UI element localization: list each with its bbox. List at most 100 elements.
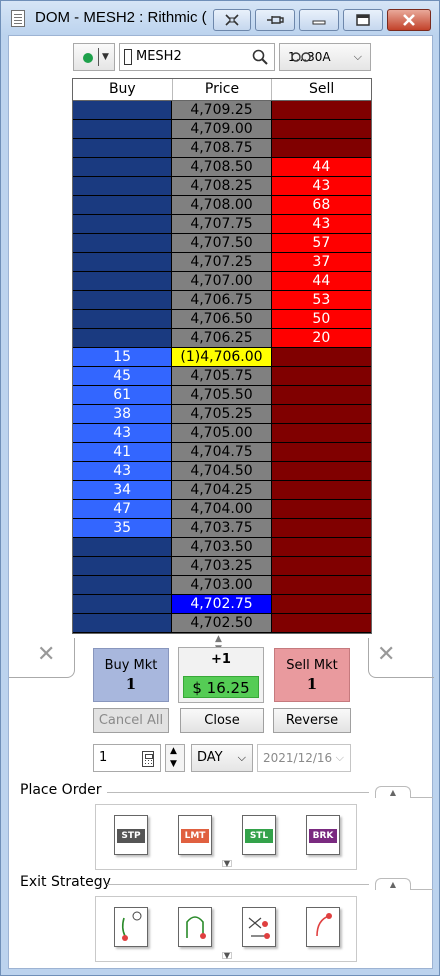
price-cell[interactable]: 4,705.00	[172, 424, 272, 443]
buy-cell[interactable]	[73, 234, 173, 253]
price-cell[interactable]: 4,707.75	[172, 215, 272, 234]
buy-cell[interactable]: 15	[73, 348, 173, 367]
price-cell[interactable]: 4,705.50	[172, 386, 272, 405]
buy-cell[interactable]	[73, 614, 173, 633]
stepper-up-icon[interactable]: ▲	[170, 746, 177, 756]
buy-cell[interactable]: 41	[73, 443, 173, 462]
splitter-handle[interactable]: ▲▼	[9, 634, 434, 654]
sell-cell[interactable]: 50	[271, 310, 371, 329]
buy-cell[interactable]	[73, 158, 173, 177]
stop-order-icon[interactable]: STP	[114, 815, 148, 855]
time-in-force-dropdown[interactable]: DAY ⌵	[191, 744, 253, 772]
price-cell[interactable]: 4,703.75	[172, 519, 272, 538]
date-picker[interactable]: 2021/12/16 ⌵	[257, 744, 351, 772]
title-bar[interactable]: DOM - MESH2 : Rithmic (	[1, 1, 439, 35]
close-button[interactable]	[387, 9, 431, 31]
sell-cell[interactable]	[271, 576, 371, 595]
sell-cell[interactable]: 57	[271, 234, 371, 253]
sell-cell[interactable]	[271, 348, 371, 367]
price-cell[interactable]: 4,707.50	[172, 234, 272, 253]
stepper-down-icon[interactable]: ▼	[170, 759, 177, 769]
connection-status-dropdown[interactable]: ▼	[73, 43, 115, 71]
buy-cell[interactable]	[73, 538, 173, 557]
buy-cell[interactable]: 35	[73, 519, 173, 538]
sell-cell[interactable]	[271, 424, 371, 443]
buy-cell[interactable]	[73, 215, 173, 234]
sell-cell[interactable]	[271, 481, 371, 500]
buy-cell[interactable]	[73, 576, 173, 595]
sell-cell[interactable]	[271, 405, 371, 424]
buy-cell[interactable]: 34	[73, 481, 173, 500]
buy-cell[interactable]	[73, 177, 173, 196]
price-cell[interactable]: 4,708.50	[172, 158, 272, 177]
sell-cell[interactable]: 20	[271, 329, 371, 348]
price-cell[interactable]: 4,708.75	[172, 139, 272, 158]
price-cell[interactable]: 4,703.50	[172, 538, 272, 557]
sell-cell[interactable]	[271, 595, 371, 614]
sell-market-button[interactable]: Sell Mkt 1	[274, 648, 350, 702]
buy-cell[interactable]: 43	[73, 424, 173, 443]
sell-cell[interactable]	[271, 462, 371, 481]
pin-button[interactable]	[255, 9, 295, 31]
price-cell[interactable]: 4,706.75	[172, 291, 272, 310]
quantity-input[interactable]: 1	[93, 744, 161, 772]
quantity-stepper[interactable]: ▲ ▼	[165, 744, 185, 772]
sell-cell[interactable]: 37	[271, 253, 371, 272]
sell-cell[interactable]	[271, 139, 371, 158]
symbol-input[interactable]: MESH2	[119, 43, 275, 71]
limit-order-icon[interactable]: LMT	[178, 815, 212, 855]
close-right-icon[interactable]: ✕	[377, 642, 395, 667]
maximize-button[interactable]	[343, 9, 383, 31]
buy-cell[interactable]	[73, 557, 173, 576]
price-cell[interactable]: 4,703.00	[172, 576, 272, 595]
sell-cell[interactable]: 44	[271, 158, 371, 177]
buy-cell[interactable]: 61	[73, 386, 173, 405]
sell-cell[interactable]	[271, 519, 371, 538]
close-left-icon[interactable]: ✕	[37, 642, 55, 667]
price-cell[interactable]: 4,709.00	[172, 120, 272, 139]
sell-cell[interactable]: 43	[271, 177, 371, 196]
sell-cell[interactable]	[271, 386, 371, 405]
more-chevron-icon[interactable]: ▼	[222, 952, 232, 960]
buy-cell[interactable]	[73, 310, 173, 329]
sell-cell[interactable]	[271, 101, 371, 120]
price-cell[interactable]: 4,705.25	[172, 405, 272, 424]
sell-cell[interactable]: 44	[271, 272, 371, 291]
buy-market-button[interactable]: Buy Mkt 1	[93, 648, 169, 702]
buy-cell[interactable]	[73, 272, 173, 291]
price-cell[interactable]: 4,705.75	[172, 367, 272, 386]
sell-cell[interactable]: 43	[271, 215, 371, 234]
sell-cell[interactable]	[271, 367, 371, 386]
buy-cell[interactable]	[73, 329, 173, 348]
close-position-button[interactable]: Close	[180, 708, 264, 733]
price-cell[interactable]: 4,709.25	[172, 101, 272, 120]
minimize-button[interactable]	[299, 9, 339, 31]
sell-cell[interactable]	[271, 538, 371, 557]
price-cell[interactable]: 4,702.75	[172, 595, 272, 614]
sell-cell[interactable]: 68	[271, 196, 371, 215]
search-icon[interactable]	[252, 49, 268, 65]
price-cell[interactable]: 4,702.50	[172, 614, 272, 633]
sell-cell[interactable]	[271, 443, 371, 462]
price-cell[interactable]: 4,707.00	[172, 272, 272, 291]
price-cell[interactable]: (1)4,706.00	[172, 348, 272, 367]
buy-cell[interactable]	[73, 120, 173, 139]
buy-cell[interactable]: 47	[73, 500, 173, 519]
price-cell[interactable]: 4,704.50	[172, 462, 272, 481]
price-cell[interactable]: 4,704.75	[172, 443, 272, 462]
buy-cell[interactable]	[73, 595, 173, 614]
price-cell[interactable]: 4,706.50	[172, 310, 272, 329]
exit-strategy-trail-icon[interactable]	[306, 907, 340, 947]
buy-cell[interactable]	[73, 253, 173, 272]
buy-cell[interactable]	[73, 101, 173, 120]
price-cell[interactable]: 4,704.25	[172, 481, 272, 500]
buy-cell[interactable]: 38	[73, 405, 173, 424]
account-dropdown[interactable]: 1...30A ⌵	[279, 43, 371, 71]
reverse-button[interactable]: Reverse	[273, 708, 351, 733]
buy-cell[interactable]	[73, 196, 173, 215]
price-cell[interactable]: 4,704.00	[172, 500, 272, 519]
stop-limit-order-icon[interactable]: STL	[242, 815, 276, 855]
collapse-exit-strategy-button[interactable]: ▲	[375, 878, 411, 890]
buy-cell[interactable]	[73, 291, 173, 310]
price-cell[interactable]: 4,703.25	[172, 557, 272, 576]
